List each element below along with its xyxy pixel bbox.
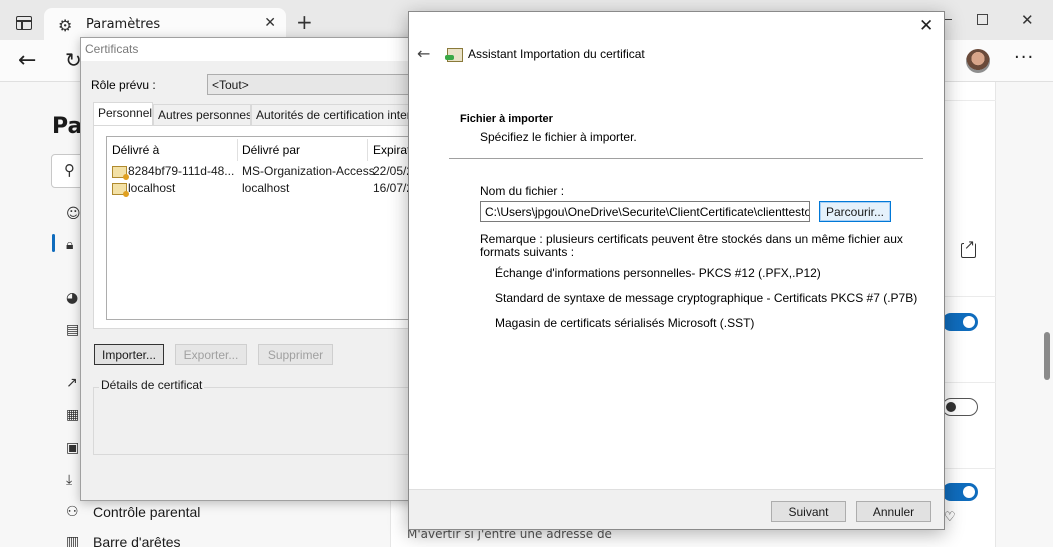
- palette-icon[interactable]: ◕: [66, 290, 78, 306]
- toggle-switch-3[interactable]: [942, 483, 978, 501]
- tab-panel: Délivré à Délivré par Expiratio 8284bf79…: [93, 125, 424, 329]
- tab-intermediate-authorities[interactable]: Autorités de certification interme: [251, 104, 423, 125]
- details-label: Détails de certificat: [99, 378, 205, 392]
- browser-icon[interactable]: ▣: [66, 440, 79, 456]
- import-button[interactable]: Importer...: [94, 344, 164, 365]
- certificate-icon: [112, 166, 129, 180]
- lock-icon[interactable]: 🔒︎: [66, 237, 73, 253]
- role-select[interactable]: <Tout>: [207, 74, 427, 95]
- sidebar-bar-icon[interactable]: ▥: [66, 534, 79, 547]
- next-button[interactable]: Suivant: [771, 501, 846, 522]
- more-icon[interactable]: ···: [1014, 47, 1034, 68]
- table-row[interactable]: 8284bf79-111d-48... MS-Organization-Acce…: [107, 164, 423, 181]
- start-page-icon[interactable]: ▦: [66, 407, 79, 423]
- import-wizard-dialog: ✕ ← Assistant Importation du certificat …: [408, 11, 945, 530]
- section-heading: Fichier à importer: [460, 113, 553, 125]
- format-item: Échange d'informations personnelles- PKC…: [495, 266, 821, 280]
- gear-icon: ⚙: [58, 16, 73, 35]
- profile-icon[interactable]: ☺: [66, 206, 81, 222]
- calendar-icon[interactable]: ▤: [66, 322, 79, 338]
- toggle-switch-1[interactable]: [942, 313, 978, 331]
- scrollbar-thumb[interactable]: [1044, 332, 1050, 380]
- format-item: Standard de syntaxe de message cryptogra…: [495, 291, 918, 305]
- divider: [449, 158, 923, 159]
- download-icon[interactable]: ⤓: [66, 472, 72, 488]
- tab-other-people[interactable]: Autres personnes: [153, 104, 251, 125]
- new-tab-icon[interactable]: +: [296, 12, 313, 32]
- lightbulb-icon: ♡: [944, 510, 956, 525]
- column-separator[interactable]: [237, 139, 238, 161]
- column-separator[interactable]: [367, 139, 368, 161]
- cell-issued-to: localhost: [128, 181, 176, 195]
- cancel-button[interactable]: Annuler: [856, 501, 931, 522]
- window-close-icon[interactable]: ✕: [1021, 11, 1034, 29]
- wizard-footer: Suivant Annuler: [409, 489, 944, 529]
- sidebar-item-parental-control[interactable]: Contrôle parental: [93, 504, 200, 520]
- sidebar-active-indicator: [52, 234, 55, 252]
- column-header-issued-to[interactable]: Délivré à: [112, 143, 159, 157]
- search-icon: ⚲: [64, 161, 75, 179]
- certificate-details-box: [93, 387, 423, 455]
- file-name-label: Nom du fichier :: [480, 184, 565, 198]
- maximize-icon[interactable]: [977, 14, 988, 25]
- sidebar-item-edge-bar[interactable]: Barre d'arêtes: [93, 534, 181, 547]
- back-arrow-icon[interactable]: ←: [18, 48, 36, 73]
- certificate-wizard-icon: [445, 48, 463, 62]
- certificates-dialog: Certificats Rôle prévu : <Tout> Personne…: [80, 37, 427, 501]
- cell-issued-by: localhost: [242, 181, 290, 195]
- table-row[interactable]: localhost localhost 16/07/2: [107, 181, 423, 198]
- certificate-list[interactable]: Délivré à Délivré par Expiratio 8284bf79…: [106, 136, 424, 320]
- browse-button[interactable]: Parcourir...: [819, 201, 891, 222]
- wizard-title: Assistant Importation du certificat: [468, 47, 645, 61]
- tab-close-icon[interactable]: ✕: [264, 15, 276, 31]
- export-button[interactable]: Exporter...: [175, 344, 247, 365]
- column-header-issued-by[interactable]: Délivré par: [242, 143, 300, 157]
- format-item: Magasin de certificats sérialisés Micros…: [495, 316, 755, 330]
- cert-tabs: Personnel Autres personnes Autorités de …: [93, 102, 423, 126]
- back-arrow-icon[interactable]: ←: [417, 44, 430, 63]
- remove-button[interactable]: Supprimer: [258, 344, 333, 365]
- family-icon[interactable]: ⚇: [66, 504, 79, 520]
- file-name-input[interactable]: C:\Users\jpgou\OneDrive\Securite\ClientC…: [480, 201, 810, 222]
- section-subheading: Spécifiez le fichier à importer.: [480, 130, 637, 144]
- role-label: Rôle prévu :: [91, 78, 156, 92]
- external-link-icon[interactable]: [961, 238, 976, 258]
- close-icon[interactable]: ✕: [919, 16, 933, 36]
- cell-issued-to: 8284bf79-111d-48...: [128, 164, 235, 178]
- remark-text: Remarque : plusieurs certificats peuvent…: [480, 232, 903, 259]
- toggle-switch-2[interactable]: [942, 398, 978, 416]
- cell-issued-by: MS-Organization-Access: [242, 164, 375, 178]
- dialog-title: Certificats: [85, 42, 139, 56]
- tab-title: Paramètres: [86, 17, 161, 32]
- tab-personnel[interactable]: Personnel: [93, 102, 153, 126]
- certificate-icon: [112, 183, 129, 197]
- role-select-value: <Tout>: [212, 78, 249, 92]
- share-icon[interactable]: ↗: [66, 375, 78, 391]
- tab-actions-icon[interactable]: [16, 16, 32, 30]
- dialog-titlebar: Certificats: [81, 38, 419, 61]
- avatar[interactable]: [966, 49, 990, 73]
